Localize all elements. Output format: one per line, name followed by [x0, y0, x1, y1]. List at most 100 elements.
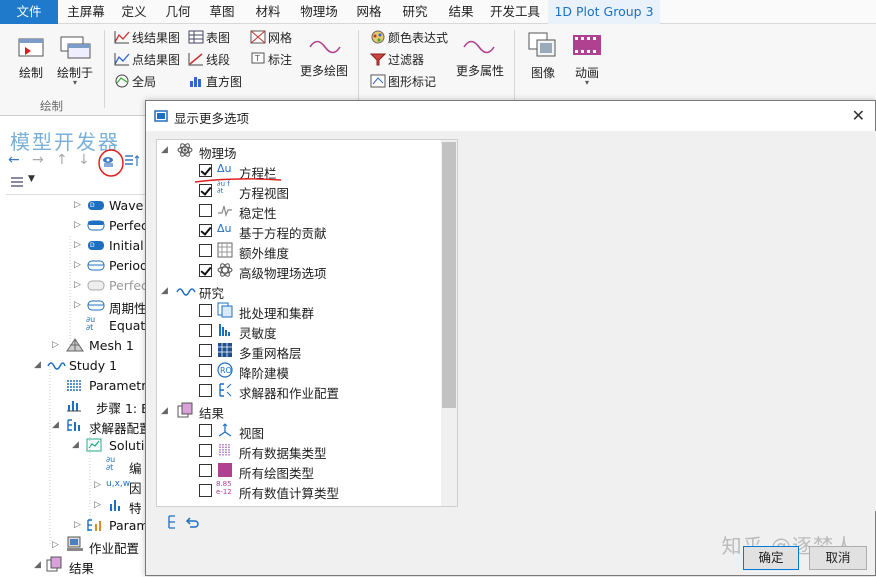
- tab-file[interactable]: 文件: [0, 0, 58, 24]
- tree-item[interactable]: Initial: [109, 238, 144, 253]
- tab-plot-group[interactable]: 1D Plot Group 3: [548, 0, 660, 24]
- checkbox-stability[interactable]: [199, 204, 212, 217]
- category-study[interactable]: 研究: [199, 283, 224, 302]
- expand-arrow-icon[interactable]: ▷: [94, 480, 101, 490]
- expand-all-icon[interactable]: [166, 515, 178, 529]
- tab-study[interactable]: 研究: [394, 0, 436, 24]
- collapse-arrow-icon[interactable]: ◢: [161, 286, 168, 296]
- plot-button[interactable]: 绘制: [8, 64, 54, 81]
- annotation-button[interactable]: 标注: [268, 51, 292, 68]
- cancel-button[interactable]: 取消: [809, 546, 867, 570]
- collapse-arrow-icon[interactable]: ◢: [34, 560, 41, 570]
- show-more-options-icon[interactable]: [96, 148, 126, 178]
- tab-results[interactable]: 结果: [440, 0, 482, 24]
- option-reduced-order[interactable]: 降阶建模: [239, 363, 289, 382]
- up-arrow-icon[interactable]: ↑: [56, 152, 68, 168]
- point-graph-button[interactable]: 点结果图: [132, 51, 180, 68]
- color-expression-button[interactable]: 颜色表达式: [388, 29, 448, 46]
- line-segment-button[interactable]: 线段: [206, 51, 230, 68]
- expand-arrow-icon[interactable]: ▷: [74, 240, 81, 250]
- tree-item[interactable]: 编: [129, 458, 142, 477]
- option-solver-job-config[interactable]: 求解器和作业配置: [239, 383, 339, 402]
- expand-arrow-icon[interactable]: ▷: [74, 280, 81, 290]
- collapse-arrow-icon[interactable]: ◢: [161, 145, 168, 155]
- checkbox-equation-view[interactable]: [199, 184, 212, 197]
- tree-item[interactable]: 特: [129, 498, 142, 517]
- line-graph-button[interactable]: 线结果图: [132, 29, 180, 46]
- option-batch-cluster[interactable]: 批处理和集群: [239, 303, 314, 322]
- checkbox-equation-contribution[interactable]: [199, 224, 212, 237]
- tree-item[interactable]: Wave: [109, 198, 143, 213]
- close-icon[interactable]: ✕: [852, 106, 865, 125]
- option-equation-contribution[interactable]: 基于方程的贡献: [239, 223, 327, 242]
- back-arrow-icon[interactable]: ←: [8, 152, 20, 168]
- option-equation-view[interactable]: 方程视图: [239, 183, 289, 202]
- option-stability[interactable]: 稳定性: [239, 203, 277, 222]
- tree-item[interactable]: 求解器配置: [89, 418, 152, 437]
- image-button[interactable]: 图像: [520, 64, 566, 81]
- down-arrow-icon[interactable]: ↓: [78, 152, 90, 168]
- option-advanced-physics[interactable]: 高级物理场选项: [239, 263, 327, 282]
- expand-arrow-icon[interactable]: ▷: [74, 300, 81, 310]
- category-physics[interactable]: 物理场: [199, 143, 237, 162]
- ok-button[interactable]: 确定: [743, 546, 799, 570]
- checkbox-all-numerical-eval-types[interactable]: [199, 484, 212, 497]
- tab-developer[interactable]: 开发工具: [486, 0, 544, 24]
- filter-button[interactable]: 过滤器: [388, 51, 424, 68]
- checkbox-all-plot-types[interactable]: [199, 464, 212, 477]
- options-scrollbar[interactable]: [441, 140, 457, 506]
- checkbox-batch-cluster[interactable]: [199, 304, 212, 317]
- tab-home[interactable]: 主屏幕: [62, 0, 110, 24]
- collapse-arrow-icon[interactable]: ◢: [34, 360, 41, 370]
- checkbox-views[interactable]: [199, 424, 212, 437]
- tab-materials[interactable]: 材料: [246, 0, 290, 24]
- checkbox-extra-dimension[interactable]: [199, 244, 212, 257]
- scrollbar-thumb[interactable]: [442, 142, 456, 408]
- global-button[interactable]: 全局: [132, 73, 156, 90]
- collapse-arrow-icon[interactable]: ◢: [161, 406, 168, 416]
- tree-item[interactable]: 作业配置: [89, 538, 139, 557]
- tree-item[interactable]: Perfec: [109, 218, 148, 233]
- checkbox-multigrid[interactable]: [199, 344, 212, 357]
- reset-undo-icon[interactable]: [184, 515, 200, 529]
- tree-view-dropdown-icon[interactable]: ▼: [28, 174, 35, 184]
- graph-marker-button[interactable]: 图形标记: [388, 73, 436, 90]
- checkbox-solver-job-config[interactable]: [199, 384, 212, 397]
- table-graph-button[interactable]: 表图: [206, 29, 230, 46]
- tab-geometry[interactable]: 几何: [158, 0, 198, 24]
- tree-item[interactable]: Mesh 1: [89, 338, 134, 353]
- expand-arrow-icon[interactable]: ▷: [52, 540, 59, 550]
- expand-arrow-icon[interactable]: ▷: [74, 200, 81, 210]
- tab-physics[interactable]: 物理场: [294, 0, 344, 24]
- expand-arrow-icon[interactable]: ▷: [52, 340, 59, 350]
- checkbox-sensitivity[interactable]: [199, 324, 212, 337]
- tree-view-icon[interactable]: [10, 176, 24, 188]
- option-multigrid[interactable]: 多重网格层: [239, 343, 302, 362]
- tree-item[interactable]: Param: [109, 518, 149, 533]
- option-all-numerical-eval-types[interactable]: 所有数值计算类型: [239, 483, 339, 502]
- checkbox-reduced-order[interactable]: [199, 364, 212, 377]
- tree-item[interactable]: 结果: [69, 558, 94, 577]
- histogram-button[interactable]: 直方图: [206, 73, 242, 90]
- plot-to-dropdown-icon[interactable]: ▾: [52, 78, 98, 87]
- option-all-dataset-types[interactable]: 所有数据集类型: [239, 443, 327, 462]
- expand-arrow-icon[interactable]: ▷: [74, 520, 81, 530]
- tree-item[interactable]: Period: [109, 258, 148, 273]
- expand-arrow-icon[interactable]: ▷: [94, 500, 101, 510]
- animation-dropdown-icon[interactable]: ▾: [564, 78, 610, 87]
- option-sensitivity[interactable]: 灵敏度: [239, 323, 277, 342]
- option-all-plot-types[interactable]: 所有绘图类型: [239, 463, 314, 482]
- more-attributes-button[interactable]: 更多属性: [452, 62, 508, 79]
- checkbox-advanced-physics[interactable]: [199, 264, 212, 277]
- tree-item[interactable]: 因: [129, 478, 142, 497]
- expand-arrow-icon[interactable]: ▷: [74, 220, 81, 230]
- option-extra-dimension[interactable]: 额外维度: [239, 243, 289, 262]
- expand-arrow-icon[interactable]: ▷: [74, 260, 81, 270]
- tab-definitions[interactable]: 定义: [114, 0, 154, 24]
- collapse-arrow-icon[interactable]: ◢: [52, 420, 59, 430]
- collapse-arrow-icon[interactable]: ◢: [72, 440, 79, 450]
- more-plots-button[interactable]: 更多绘图: [296, 62, 352, 79]
- category-results[interactable]: 结果: [199, 403, 224, 422]
- tree-item[interactable]: Perfec: [109, 278, 148, 293]
- forward-arrow-icon[interactable]: →: [32, 152, 44, 168]
